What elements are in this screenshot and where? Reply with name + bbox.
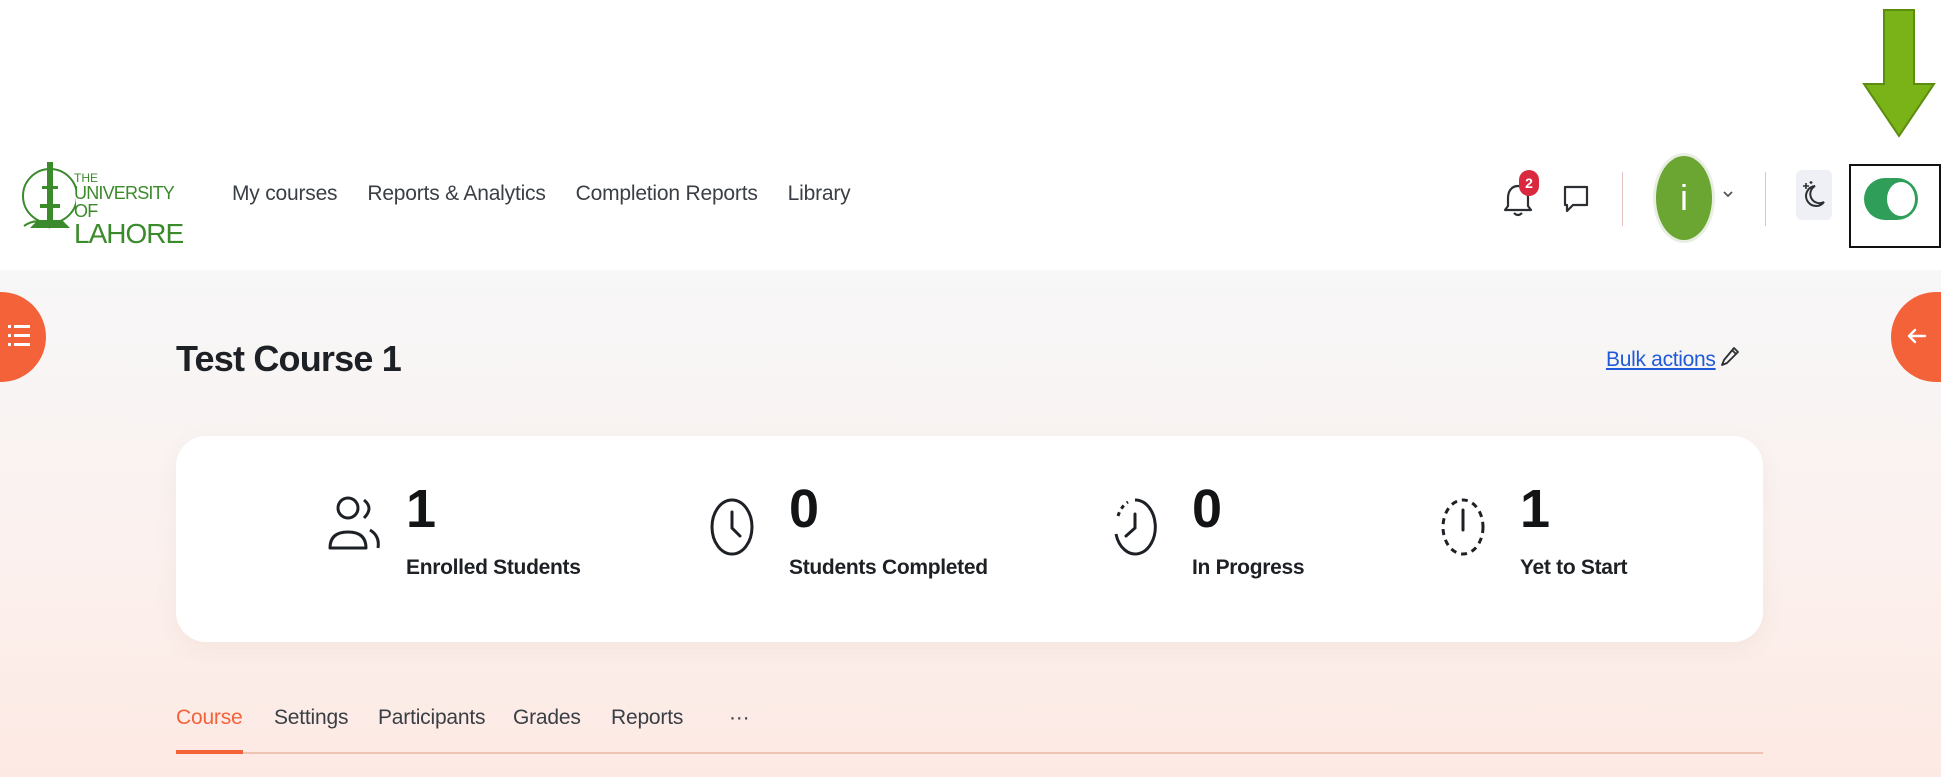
arrow-left-icon xyxy=(1907,328,1927,344)
chat-bubble-icon[interactable] xyxy=(1561,182,1591,216)
stat-label: Enrolled Students xyxy=(406,556,581,579)
stat-value: 0 xyxy=(789,479,820,539)
header-divider xyxy=(1765,172,1766,226)
moon-stars-icon xyxy=(1803,181,1825,207)
stat-label: Students Completed xyxy=(789,556,988,579)
annotation-arrow-icon xyxy=(1862,9,1936,138)
nav-my-courses[interactable]: My courses xyxy=(232,182,338,206)
course-tabs: Course Settings Participants Grades Repo… xyxy=(176,706,1763,754)
nav-library[interactable]: Library xyxy=(788,182,851,206)
nav-reports-analytics[interactable]: Reports & Analytics xyxy=(367,182,545,206)
main-content: Test Course 1 Bulk actions 1 Enrolled St… xyxy=(0,270,1941,777)
logo-line-3: LAHORE xyxy=(74,218,184,249)
page-title: Test Course 1 xyxy=(176,338,402,379)
stat-label: In Progress xyxy=(1192,556,1305,579)
list-icon xyxy=(8,325,30,346)
tab-participants[interactable]: Participants xyxy=(378,706,486,752)
mode-toggle-switch[interactable] xyxy=(1864,178,1918,220)
stat-label: Yet to Start xyxy=(1520,556,1628,579)
university-logo[interactable]: THE UNIVERSITY OF LAHORE xyxy=(20,156,184,248)
tab-settings[interactable]: Settings xyxy=(274,706,348,752)
clock-icon xyxy=(710,498,754,556)
users-icon xyxy=(328,496,380,550)
user-avatar[interactable]: i xyxy=(1656,156,1712,240)
block-drawer-toggle[interactable] xyxy=(1891,292,1941,382)
course-stats-card: 1 Enrolled Students 0 Students Completed… xyxy=(176,436,1763,642)
tab-course[interactable]: Course xyxy=(176,706,243,754)
bulk-actions-label: Bulk actions xyxy=(1606,348,1716,371)
bulk-actions-button[interactable]: Bulk actions xyxy=(1606,346,1740,372)
highlighted-toggle-frame xyxy=(1849,164,1941,248)
timer-dashed-icon xyxy=(1441,498,1485,556)
logo-line-2: UNIVERSITY OF xyxy=(74,183,175,221)
tab-reports[interactable]: Reports xyxy=(611,706,683,752)
toggle-knob xyxy=(1887,182,1915,216)
stat-value: 1 xyxy=(406,479,437,539)
header-divider xyxy=(1622,172,1623,226)
pencil-icon xyxy=(1720,347,1739,366)
tab-grades[interactable]: Grades xyxy=(513,706,581,752)
logo-wordmark: THE UNIVERSITY OF LAHORE xyxy=(74,172,184,249)
stat-value: 0 xyxy=(1192,479,1223,539)
clock-progress-icon xyxy=(1114,498,1157,556)
chevron-down-icon[interactable] xyxy=(1720,186,1736,202)
primary-navigation: My courses Reports & Analytics Completio… xyxy=(232,182,880,206)
top-navbar: THE UNIVERSITY OF LAHORE My courses Repo… xyxy=(0,148,1941,270)
nav-completion-reports[interactable]: Completion Reports xyxy=(576,182,758,206)
theme-toggle-button[interactable] xyxy=(1796,170,1832,220)
tab-more[interactable]: ··· xyxy=(729,706,750,752)
stat-value: 1 xyxy=(1520,479,1551,539)
course-index-drawer-toggle[interactable] xyxy=(0,292,46,382)
minar-logo-icon xyxy=(22,162,76,229)
notification-count-badge: 2 xyxy=(1519,170,1539,196)
